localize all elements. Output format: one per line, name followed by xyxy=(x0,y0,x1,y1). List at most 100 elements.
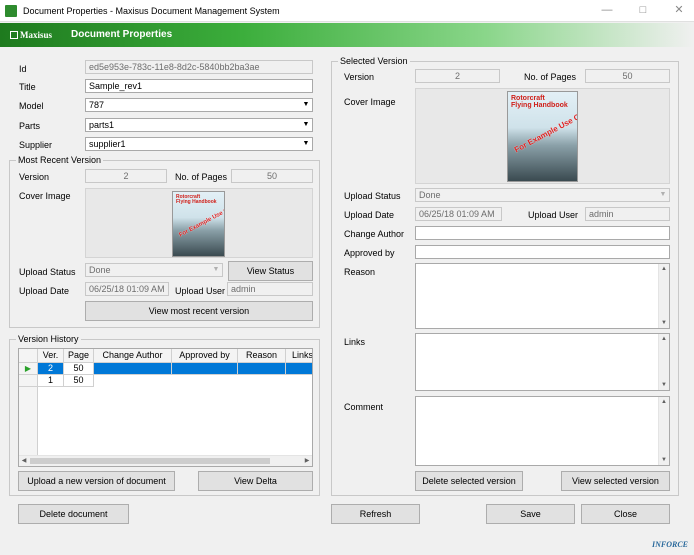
selected-pages-field: 50 xyxy=(585,69,670,83)
table-row-cell-author[interactable] xyxy=(94,363,172,375)
model-value: 787 xyxy=(89,100,105,110)
table-row-cell-page[interactable]: 50 xyxy=(64,363,94,375)
scroll-up-icon[interactable]: ▲ xyxy=(659,264,669,274)
view-status-button[interactable]: View Status xyxy=(228,261,313,281)
group-title: Most Recent Version xyxy=(16,155,104,165)
delete-document-button[interactable]: Delete document xyxy=(18,504,129,524)
refresh-button[interactable]: Refresh xyxy=(331,504,420,524)
id-field: ed5e953e-783c-11e8-8d2c-5840bb2ba3ae xyxy=(85,60,313,74)
model-label: Model xyxy=(19,101,44,111)
change-author-label: Change Author xyxy=(344,229,405,239)
selected-upload-status-select: Done ▼ xyxy=(415,188,670,202)
scroll-down-icon[interactable]: ▼ xyxy=(659,455,669,465)
column-header-links[interactable]: Links xyxy=(286,349,312,363)
recent-pages-label: No. of Pages xyxy=(175,172,228,182)
selected-upload-date-label: Upload Date xyxy=(344,210,395,220)
recent-cover-image-frame: Rotorcraft Flying Handbook For Example Us… xyxy=(85,188,313,258)
view-most-recent-version-button[interactable]: View most recent version xyxy=(85,301,313,321)
group-title: Version History xyxy=(16,334,81,344)
selected-version-field: 2 xyxy=(415,69,500,83)
close-button[interactable]: Close xyxy=(581,504,670,524)
approved-by-field[interactable] xyxy=(415,245,670,259)
inforce-logo: INFORCE xyxy=(651,540,688,549)
scroll-thumb[interactable] xyxy=(30,458,270,464)
recent-version-label: Version xyxy=(19,172,50,182)
comment-textarea[interactable]: ▲ ▼ xyxy=(415,396,670,466)
parts-select[interactable]: parts1 ▼ xyxy=(85,118,313,132)
close-window-icon[interactable]: ✕ xyxy=(672,3,686,17)
selected-upload-user-label: Upload User xyxy=(528,210,579,220)
maximize-icon[interactable]: □ xyxy=(636,3,650,17)
table-row-cell-ver[interactable]: 2 xyxy=(38,363,64,375)
version-history-grid[interactable]: Ver. Page Change Author Approved by Reas… xyxy=(18,348,313,467)
row-header-corner xyxy=(19,349,38,363)
row-header-empty xyxy=(19,387,38,457)
selected-cover-image-frame: Rotorcraft Flying Handbook For Example Us… xyxy=(415,88,670,184)
recent-upload-user-field: admin xyxy=(227,282,313,296)
selected-upload-status-value: Done xyxy=(419,190,441,200)
title-bar: Document Properties - Maxisus Document M… xyxy=(0,0,694,22)
selected-cover-thumbnail: Rotorcraft Flying Handbook For Example Us… xyxy=(507,91,578,182)
supplier-label: Supplier xyxy=(19,140,53,150)
vertical-scrollbar[interactable]: ▲ ▼ xyxy=(658,264,669,328)
recent-cover-thumbnail: Rotorcraft Flying Handbook For Example Us… xyxy=(172,191,225,257)
table-row-cell-approved[interactable] xyxy=(172,363,238,375)
window-title: Document Properties - Maxisus Document M… xyxy=(23,6,280,16)
scroll-left-icon[interactable]: ◀ xyxy=(19,456,29,466)
selected-version-label: Version xyxy=(344,72,375,82)
chevron-down-icon: ▼ xyxy=(302,101,310,108)
chevron-down-icon: ▼ xyxy=(212,266,220,273)
scroll-up-icon[interactable]: ▲ xyxy=(659,334,669,344)
table-row-cell-reason[interactable] xyxy=(238,363,286,375)
title-field[interactable]: Sample_rev1 xyxy=(85,79,313,93)
title-label: Title xyxy=(19,82,36,92)
cover-stamp: For Example Use Only xyxy=(512,106,578,155)
supplier-value: supplier1 xyxy=(89,139,126,149)
reason-textarea[interactable]: ▲ ▼ xyxy=(415,263,670,329)
cover-stamp: For Example Use Only xyxy=(178,203,225,239)
table-row-cell-ver[interactable]: 1 xyxy=(38,375,64,387)
horizontal-scrollbar[interactable]: ◀ ▶ xyxy=(19,455,312,466)
chevron-down-icon: ▼ xyxy=(302,140,310,147)
delete-selected-version-button[interactable]: Delete selected version xyxy=(415,471,523,491)
scroll-down-icon[interactable]: ▼ xyxy=(659,318,669,328)
header-banner: Maxisus Document Properties xyxy=(0,23,694,47)
model-select[interactable]: 787 ▼ xyxy=(85,98,313,112)
column-header-approved-by[interactable]: Approved by xyxy=(172,349,238,363)
links-textarea[interactable]: ▲ ▼ xyxy=(415,333,670,391)
recent-upload-status-label: Upload Status xyxy=(19,267,76,277)
group-title: Selected Version xyxy=(338,56,410,66)
vertical-scrollbar[interactable]: ▲ ▼ xyxy=(658,334,669,390)
change-author-field[interactable] xyxy=(415,226,670,240)
selected-cover-label: Cover Image xyxy=(344,97,396,107)
column-header-change-author[interactable]: Change Author xyxy=(94,349,172,363)
current-row-indicator-icon: ▶ xyxy=(19,363,38,375)
scroll-up-icon[interactable]: ▲ xyxy=(659,397,669,407)
minimize-icon[interactable]: — xyxy=(600,3,614,17)
table-row-cell-links[interactable] xyxy=(286,363,312,375)
parts-label: Parts xyxy=(19,121,41,131)
scroll-right-icon[interactable]: ▶ xyxy=(302,456,312,466)
recent-upload-status-select: Done ▼ xyxy=(85,263,223,277)
column-header-page[interactable]: Page xyxy=(64,349,94,363)
view-delta-button[interactable]: View Delta xyxy=(198,471,313,491)
table-row-cell-page[interactable]: 50 xyxy=(64,375,94,387)
column-header-ver[interactable]: Ver. xyxy=(38,349,64,363)
view-selected-version-button[interactable]: View selected version xyxy=(561,471,670,491)
selected-pages-label: No. of Pages xyxy=(524,72,577,82)
comment-label: Comment xyxy=(344,402,384,412)
banner-title: Document Properties xyxy=(71,29,173,40)
recent-upload-status-value: Done xyxy=(89,265,111,275)
upload-new-version-button[interactable]: Upload a new version of document xyxy=(18,471,175,491)
vertical-scrollbar[interactable]: ▲ ▼ xyxy=(658,397,669,465)
recent-cover-label: Cover Image xyxy=(19,191,71,201)
row-header xyxy=(19,375,38,387)
scroll-down-icon[interactable]: ▼ xyxy=(659,380,669,390)
selected-upload-user-field: admin xyxy=(585,207,670,221)
selected-upload-date-field: 06/25/18 01:09 AM xyxy=(415,207,502,221)
column-header-reason[interactable]: Reason xyxy=(238,349,286,363)
logo-mark-icon xyxy=(10,31,18,39)
app-icon xyxy=(5,5,17,17)
save-button[interactable]: Save xyxy=(486,504,575,524)
supplier-select[interactable]: supplier1 ▼ xyxy=(85,137,313,151)
